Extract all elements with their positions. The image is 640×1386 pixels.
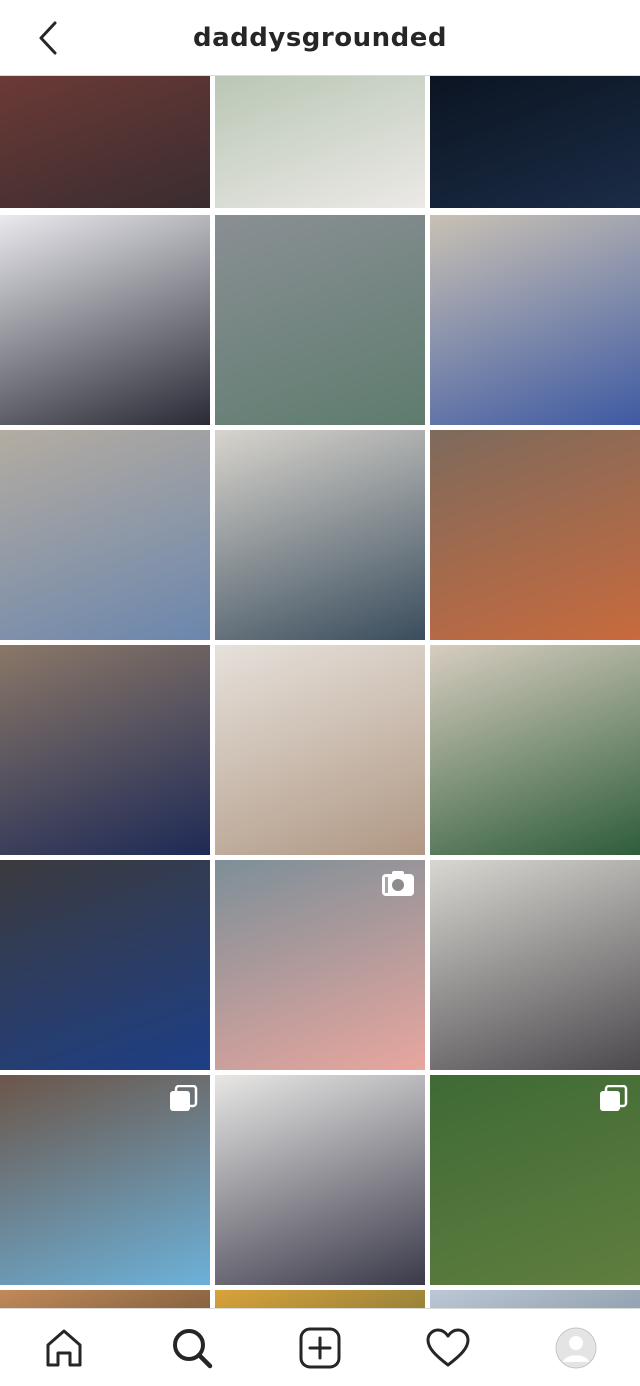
video-icon: [382, 871, 414, 896]
heart-icon: [426, 1328, 470, 1366]
post-tv-video-game[interactable]: [0, 215, 210, 425]
post-couple-photo[interactable]: [215, 1075, 425, 1285]
carousel-icon: [170, 1085, 198, 1111]
nav-home-button[interactable]: [32, 1316, 96, 1380]
post-video-call-collage[interactable]: [215, 645, 425, 855]
chevron-left-icon: [39, 21, 57, 55]
post-boy-typewriter[interactable]: [215, 430, 425, 640]
post-boy-controller-bunkbed[interactable]: [215, 215, 425, 425]
avatar-icon: [555, 1327, 597, 1368]
profile-username-title: daddysgrounded: [193, 22, 447, 53]
post-car-dashboard[interactable]: [430, 76, 640, 208]
post-partial-row-3[interactable]: [430, 1290, 640, 1308]
post-boys-piano[interactable]: [430, 860, 640, 1070]
top-bar: daddysgrounded: [0, 0, 640, 76]
carousel-icon: [600, 1085, 628, 1111]
post-boy-on-floor[interactable]: [0, 430, 210, 640]
nav-profile-button[interactable]: [544, 1316, 608, 1380]
post-boy-laughing[interactable]: [215, 860, 425, 1070]
post-boys-christmas-tree[interactable]: [430, 645, 640, 855]
post-partial-row-1[interactable]: [0, 1290, 210, 1308]
post-partial-row-2[interactable]: [215, 1290, 425, 1308]
post-boy-kart-shirt[interactable]: [430, 215, 640, 425]
post-boys-baking[interactable]: [430, 430, 640, 640]
posts-grid: [0, 76, 640, 1308]
post-boy-globe-tv[interactable]: [0, 860, 210, 1070]
back-button[interactable]: [28, 18, 68, 58]
post-masked-man-festival-shirt[interactable]: [0, 76, 210, 208]
post-cake-closeup[interactable]: [215, 76, 425, 208]
nav-activity-button[interactable]: [416, 1316, 480, 1380]
search-icon: [173, 1328, 213, 1368]
post-leaves-lawn[interactable]: [430, 1075, 640, 1285]
nav-search-button[interactable]: [160, 1316, 224, 1380]
post-woman-zoom-call[interactable]: [0, 1075, 210, 1285]
add-post-icon: [299, 1327, 341, 1368]
bottom-nav: [0, 1308, 640, 1386]
home-icon: [46, 1329, 82, 1366]
post-boy-very-merry[interactable]: [0, 645, 210, 855]
nav-new-post-button[interactable]: [288, 1316, 352, 1380]
